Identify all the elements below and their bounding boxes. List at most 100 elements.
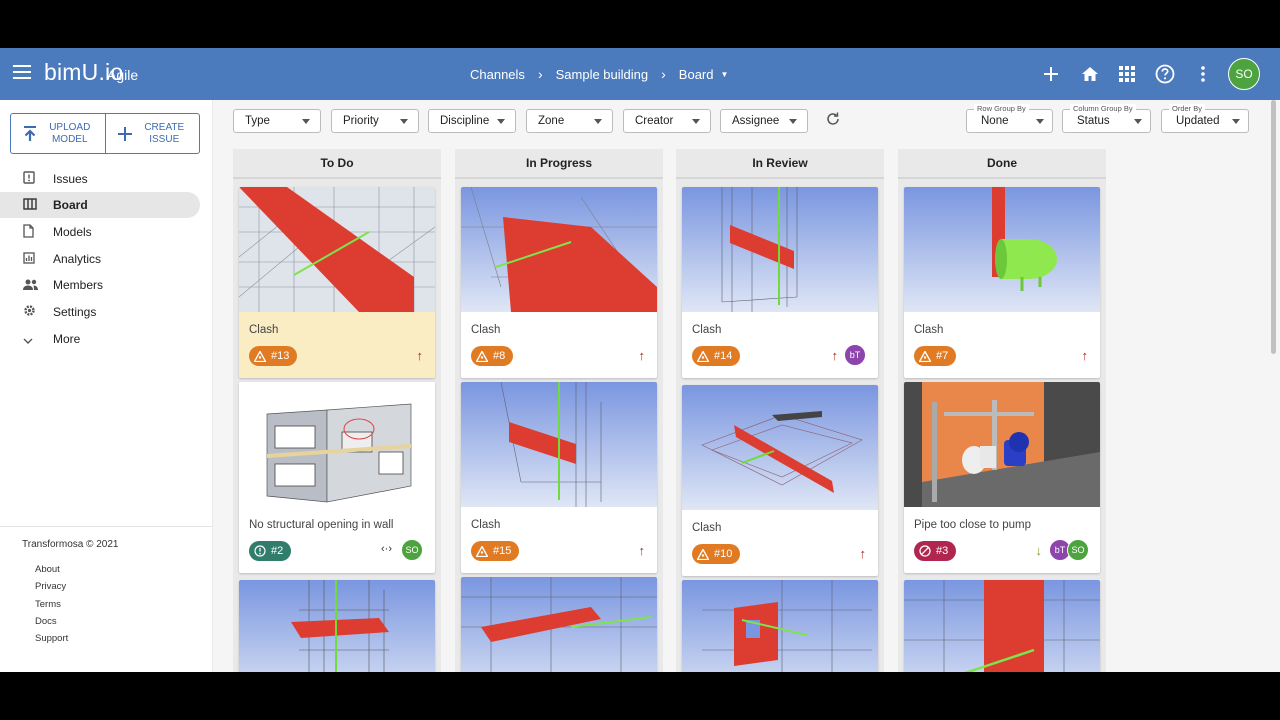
issue-thumbnail: [239, 187, 435, 312]
issue-thumbnail: [461, 187, 657, 312]
footer-link-support[interactable]: Support: [35, 633, 68, 644]
column-in-review: In Review Clash #14 ↑ bT Clash #10 ↑: [676, 149, 884, 672]
issue-card[interactable]: No structural opening in wall #2 ‹·› SO: [239, 382, 435, 573]
issue-card[interactable]: Clash #14 ↑ bT: [682, 187, 878, 378]
sidebar-item-members[interactable]: Members: [0, 272, 200, 298]
footer-link-docs[interactable]: Docs: [35, 616, 57, 627]
sidebar-item-label: Issues: [53, 172, 88, 186]
footer-link-terms[interactable]: Terms: [35, 599, 61, 610]
user-avatar[interactable]: SO: [1228, 58, 1260, 90]
divider: [0, 526, 213, 527]
sidebar-item-issues[interactable]: Issues: [0, 166, 200, 192]
issue-number-badge[interactable]: #13: [249, 346, 298, 366]
chevron-right-icon: ›: [661, 66, 666, 82]
order-by-select[interactable]: Order By Updated: [1161, 104, 1249, 133]
filter-label: Priority: [343, 115, 379, 127]
column-group-select[interactable]: Column Group By Status: [1062, 104, 1151, 133]
members-icon: [0, 278, 53, 293]
issue-number: #15: [493, 545, 512, 557]
clash-icon: [696, 547, 710, 561]
sidebar-item-models[interactable]: Models: [0, 219, 200, 245]
help-icon[interactable]: [1153, 62, 1177, 86]
priority-low-icon: ↓: [1035, 543, 1043, 558]
row-group-value: None: [981, 115, 1009, 127]
filter-zone[interactable]: Zone: [526, 109, 613, 133]
breadcrumb-board[interactable]: Board: [679, 67, 714, 82]
app-logo-subtitle: Agile: [107, 67, 139, 83]
filter-assignee[interactable]: Assignee: [720, 109, 808, 133]
filter-creator[interactable]: Creator: [623, 109, 711, 133]
chevron-right-icon: ›: [537, 66, 543, 82]
add-icon[interactable]: [1039, 62, 1063, 86]
sidebar-item-analytics[interactable]: Analytics: [0, 246, 200, 272]
more-vert-icon[interactable]: [1191, 62, 1215, 86]
footer-link-privacy[interactable]: Privacy: [35, 581, 66, 592]
issue-number-badge[interactable]: #8: [471, 346, 514, 366]
sidebar-item-label: Board: [53, 198, 88, 212]
issue-thumbnail: [682, 580, 878, 672]
home-icon[interactable]: [1078, 62, 1102, 86]
assignee-avatar[interactable]: SO: [401, 539, 423, 561]
hamburger-menu-icon[interactable]: [13, 65, 31, 79]
issue-card[interactable]: [904, 580, 1100, 672]
sidebar-item-settings[interactable]: Settings: [0, 299, 200, 325]
issue-card[interactable]: Clash #8 ↑: [461, 187, 657, 378]
priority-high-icon: ↑: [638, 543, 646, 558]
footer-link-about[interactable]: About: [35, 564, 60, 575]
issue-number: #2: [271, 545, 284, 557]
sidebar-item-label: Analytics: [53, 252, 102, 266]
issue-card[interactable]: Clash #13 ↑: [239, 187, 435, 378]
sidebar-item-label: Models: [53, 225, 92, 239]
assignee-avatar[interactable]: bT: [844, 344, 866, 366]
filter-label: Discipline: [440, 115, 490, 127]
issue-number-badge[interactable]: #10: [692, 544, 741, 564]
apps-grid-icon[interactable]: [1115, 62, 1139, 86]
clash-icon: [253, 349, 267, 363]
card-title: Clash: [914, 324, 944, 336]
issue-number-badge[interactable]: #7: [914, 346, 957, 366]
breadcrumb-channels[interactable]: Channels: [470, 67, 525, 82]
filter-label: Creator: [635, 115, 674, 127]
refresh-icon[interactable]: [826, 112, 840, 130]
column-group-value: Status: [1077, 115, 1110, 127]
board-icon: [0, 197, 53, 213]
issue-card[interactable]: [239, 580, 435, 672]
issue-card[interactable]: Pipe too close to pump #3 ↓ bT SO: [904, 382, 1100, 573]
priority-high-icon: ↑: [1081, 348, 1089, 363]
sidebar-item-label: Settings: [53, 305, 97, 319]
chevron-down-icon: [0, 332, 53, 347]
issue-card[interactable]: Clash #10 ↑: [682, 385, 878, 576]
app-window: bimU.io Agile Channels › Sample building…: [0, 48, 1280, 672]
priority-high-icon: ↑: [859, 546, 867, 561]
assignee-avatar[interactable]: SO: [1067, 539, 1089, 561]
priority-high-icon: ↑: [831, 348, 839, 363]
issue-number-badge[interactable]: #15: [471, 541, 520, 561]
dropdown-arrow-icon: [1232, 118, 1240, 124]
filter-priority[interactable]: Priority: [331, 109, 419, 133]
sidebar-item-more[interactable]: More: [0, 326, 200, 352]
issue-card[interactable]: Clash #7 ↑: [904, 187, 1100, 378]
filter-discipline[interactable]: Discipline: [428, 109, 516, 133]
caret-down-icon[interactable]: ▼: [721, 70, 729, 79]
code-arrows-icon: ‹·›: [381, 543, 392, 555]
row-group-select[interactable]: Row Group By None: [966, 104, 1053, 133]
issue-card[interactable]: Clash #15 ↑: [461, 382, 657, 573]
issue-thumbnail: [904, 382, 1100, 507]
breadcrumb-project[interactable]: Sample building: [556, 67, 649, 82]
issue-number: #8: [493, 350, 506, 362]
page-scrollbar[interactable]: [1271, 100, 1276, 354]
blocked-icon: [918, 544, 932, 558]
dropdown-arrow-icon: [400, 118, 408, 124]
issue-number-badge[interactable]: #14: [692, 346, 741, 366]
filter-toolbar: Type Priority Discipline Zone Creator As…: [0, 100, 1280, 148]
issue-card[interactable]: [682, 580, 878, 672]
order-by-value: Updated: [1176, 115, 1220, 127]
sidebar-item-board[interactable]: Board: [0, 192, 200, 218]
issue-thumbnail: [461, 577, 657, 672]
issue-thumbnail: [682, 385, 878, 510]
issue-thumbnail: [239, 382, 435, 507]
issue-number-badge[interactable]: #3: [914, 541, 957, 561]
issue-card[interactable]: [461, 577, 657, 672]
issue-number-badge[interactable]: #2: [249, 541, 292, 561]
filter-type[interactable]: Type: [233, 109, 321, 133]
